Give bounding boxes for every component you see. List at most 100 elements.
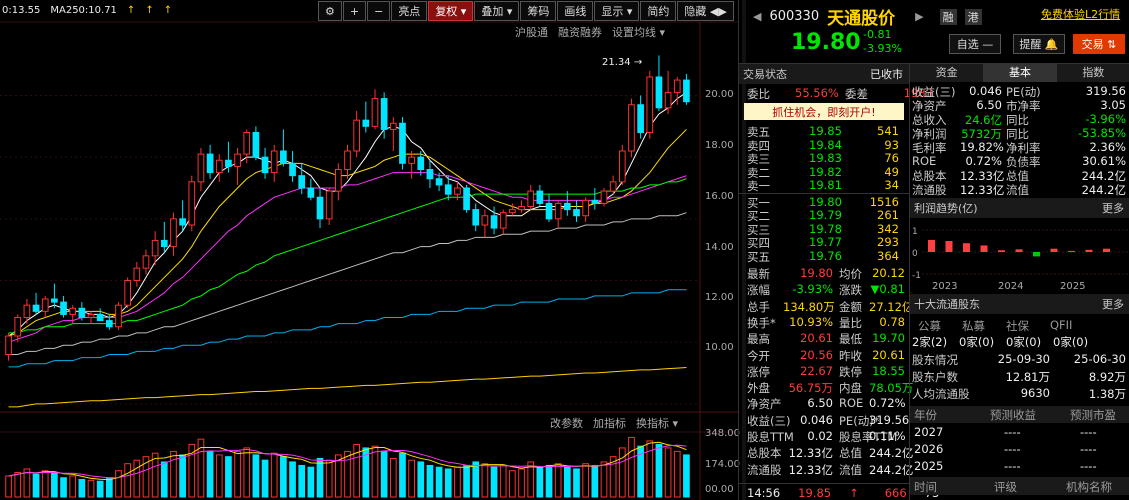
fund-value: 30.61% — [1082, 154, 1126, 168]
stat-value: 19.70 — [872, 331, 905, 346]
volume-bar — [481, 463, 489, 498]
orderbook-volume: 342 — [877, 221, 899, 236]
orderbook-price: 19.85 — [809, 124, 842, 138]
profit-more-link[interactable]: 更多 — [1102, 200, 1124, 216]
stat-label: 涨停 — [747, 364, 770, 379]
candle — [389, 122, 397, 130]
ma-line-6 — [8, 366, 687, 408]
stock-code: 600330 — [769, 9, 820, 24]
stat-label: 量比 — [839, 315, 862, 330]
kline-chart-panel[interactable]: 0:13.55 MA250:10.71 ↑ ↑ ↑ ⚙ + − 亮点 复权 ▾ … — [0, 0, 740, 500]
holder-row-value: 8.92万 — [1088, 370, 1126, 384]
tab-basic[interactable]: 基本 — [983, 64, 1057, 82]
stat-label: 净资产 — [747, 397, 782, 412]
fund-value: 3.05 — [1100, 98, 1126, 112]
candle — [600, 190, 608, 204]
orderbook-volume: 34 — [884, 178, 899, 192]
vol-tick: 348.00 — [705, 428, 740, 439]
vol-tick: 00.00 — [705, 484, 734, 495]
tab-funds[interactable]: 资金 — [910, 64, 984, 82]
volume-bar — [380, 450, 388, 498]
candle — [225, 159, 232, 167]
holder-col-value: 0家(0) — [1006, 335, 1042, 349]
orderbook-level-label: 卖一 — [747, 179, 770, 193]
volume-bar — [87, 479, 95, 498]
stat-value: ▼0.81 — [870, 282, 905, 297]
volume-bar — [206, 450, 214, 498]
holder-row-label: 人均流通股 — [912, 387, 970, 401]
remind-button[interactable]: 提醒 🔔 — [1013, 34, 1065, 54]
orderbook-volume: 49 — [884, 164, 899, 179]
volume-bar — [215, 454, 223, 498]
stat-label: 最低 — [839, 332, 862, 347]
candle — [564, 202, 571, 211]
volume-bar — [472, 461, 480, 498]
volume-bar — [69, 475, 77, 498]
volume-bar — [234, 450, 241, 498]
candle — [628, 104, 635, 152]
stat-value: 6.50 — [807, 396, 833, 411]
volume-bar — [307, 466, 315, 498]
volume-bar — [298, 464, 306, 498]
orderbook-level-label: 买五 — [747, 249, 770, 264]
candle — [353, 119, 360, 152]
up-arrow-icon: ↑ — [849, 486, 859, 500]
holder-row-value: 12.81万 — [1005, 370, 1050, 384]
order-book: 卖五 19.85 541 卖四 19.84 93 卖三 19.83 76 卖二 19.82 49 卖一 1… — [739, 124, 909, 264]
orderbook-volume: 1516 — [869, 194, 899, 209]
orderbook-volume: 261 — [877, 208, 899, 222]
volume-bar — [655, 443, 663, 498]
hk-tag[interactable]: 港 — [964, 8, 982, 25]
open-account-banner[interactable]: 抓住机会，即刻开户! — [744, 103, 904, 120]
volume-bar — [225, 456, 232, 498]
candle — [380, 98, 388, 130]
volume-bar — [252, 454, 260, 498]
stat-value: 134.80万 — [783, 299, 835, 314]
stat-label: 今开 — [747, 348, 770, 363]
forecast-col-header: 预测收益 — [990, 408, 1036, 422]
stat-value: 18.55 — [872, 363, 905, 378]
candle — [509, 209, 516, 214]
holder-row-value: 9630 — [1020, 386, 1050, 400]
volume-bar — [243, 447, 251, 498]
volume-bar — [518, 468, 525, 498]
stat-label: 总值 — [839, 446, 862, 461]
volume-bar — [170, 450, 177, 498]
profit-ytick: 1 — [912, 227, 918, 237]
trade-button[interactable]: 交易 ⇅ — [1073, 34, 1125, 54]
promo-link[interactable]: 免费体验L2行情 — [1041, 6, 1120, 22]
stat-value: 20.56 — [800, 347, 833, 362]
orderbook-volume: 541 — [877, 124, 899, 138]
price-tick: 10.00 — [705, 342, 734, 353]
watchlist-button[interactable]: 自选 — — [949, 34, 1001, 54]
profit-trend-header: 利润趋势(亿) 更多 — [910, 198, 1129, 218]
candle — [536, 190, 544, 204]
switch-indicator-link[interactable]: 换指标 ▾ — [636, 415, 678, 431]
price-tick: 12.00 — [705, 292, 734, 303]
margin-tag[interactable]: 融 — [939, 8, 957, 25]
fundamentals-table: 收益(三) 0.046 PE(动) 319.56 净资产 6.50 市净率 3.05 总收入 24… — [910, 84, 1129, 197]
forecast-pe: ---- — [1080, 425, 1097, 439]
orderbook-price: 19.82 — [809, 164, 842, 179]
candle — [554, 202, 562, 220]
volume-bar — [408, 459, 415, 498]
fund-label: 流值 — [1006, 183, 1029, 197]
ma-line-4 — [8, 212, 687, 355]
trade-status-bar: 交易状态 已收市 — [739, 64, 909, 84]
stat-value: 244.2亿 — [869, 462, 914, 477]
orderbook-volume: 76 — [884, 151, 899, 165]
holder-col-value: 0家(0) — [1053, 335, 1089, 349]
holders-more-link[interactable]: 更多 — [1102, 296, 1124, 312]
volume-bar — [417, 461, 425, 498]
candle — [335, 169, 342, 192]
edit-params-link[interactable]: 改参数 — [550, 415, 583, 431]
add-indicator-link[interactable]: 加指标 — [593, 415, 626, 431]
candle — [133, 267, 141, 281]
tab-index[interactable]: 指数 — [1056, 64, 1129, 82]
holder-col-header: 社保 — [1006, 319, 1029, 333]
stat-value: 0.78 — [879, 314, 905, 329]
prev-stock-icon[interactable]: ◀ — [753, 10, 761, 23]
candle — [142, 255, 150, 269]
next-stock-icon[interactable]: ▶ — [915, 10, 923, 23]
candle — [609, 181, 617, 192]
